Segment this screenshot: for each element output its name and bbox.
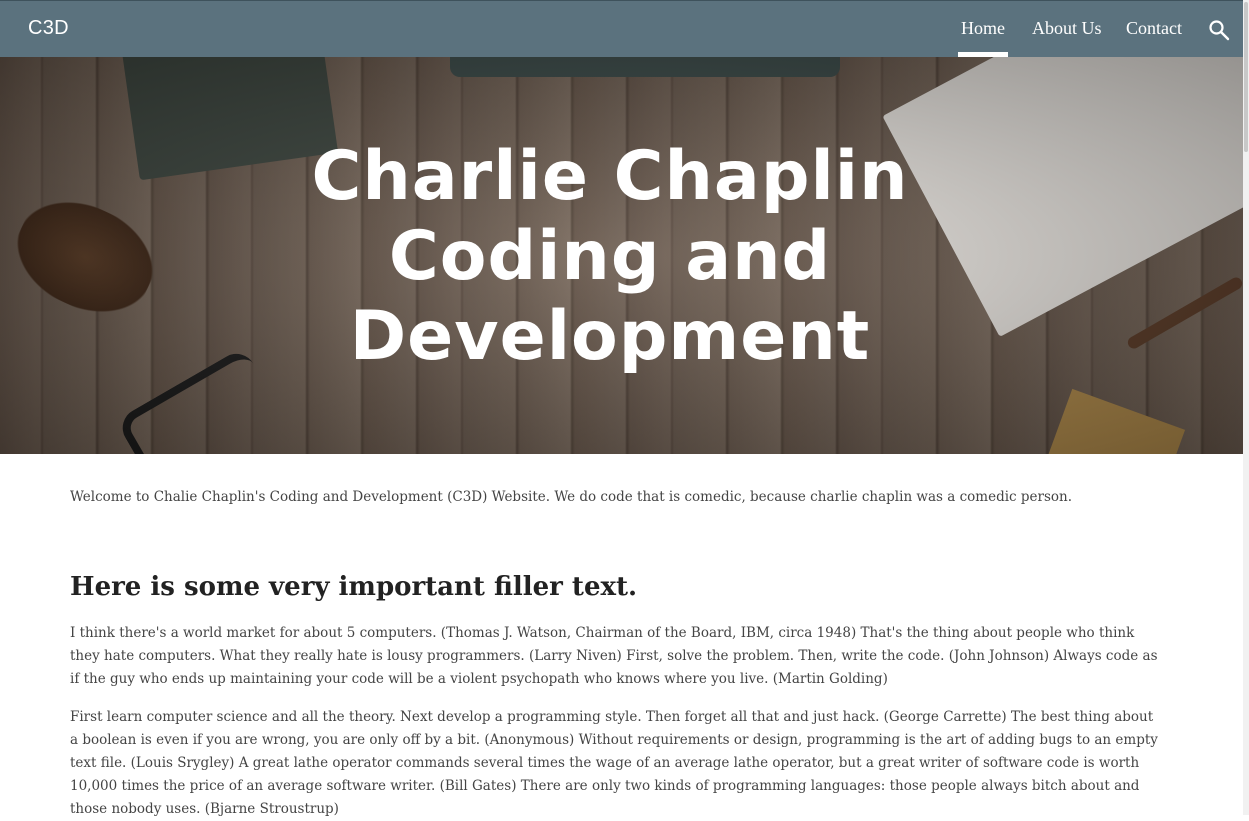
nav-about-us[interactable]: About Us (1032, 18, 1102, 39)
hero-title-line-3: Development (349, 297, 871, 376)
hero-title: Charlie Chaplin Coding and Development (0, 137, 1220, 377)
section-heading: Here is some very important filler text. (70, 572, 638, 602)
nav-contact[interactable]: Contact (1126, 18, 1182, 39)
filler-paragraph-2: First learn computer science and all the… (70, 709, 1158, 817)
site-brand[interactable]: C3D (28, 17, 69, 40)
scrollbar-thumb[interactable] (1244, 2, 1248, 152)
search-icon[interactable] (1208, 19, 1230, 41)
nav-home[interactable]: Home (961, 18, 1005, 39)
welcome-text: Welcome to Chalie Chaplin's Coding and D… (70, 489, 1073, 505)
hero-banner: Charlie Chaplin Coding and Development (0, 57, 1243, 454)
top-navigation-bar: C3D Home About Us Contact (0, 0, 1243, 57)
hero-title-line-1: Charlie Chaplin (311, 137, 909, 216)
main-content: Welcome to Chalie Chaplin's Coding and D… (70, 486, 1170, 817)
hero-title-line-2: Coding and (388, 217, 832, 296)
filler-paragraph-1: I think there's a world market for about… (70, 625, 1158, 687)
active-nav-indicator (958, 52, 1008, 57)
